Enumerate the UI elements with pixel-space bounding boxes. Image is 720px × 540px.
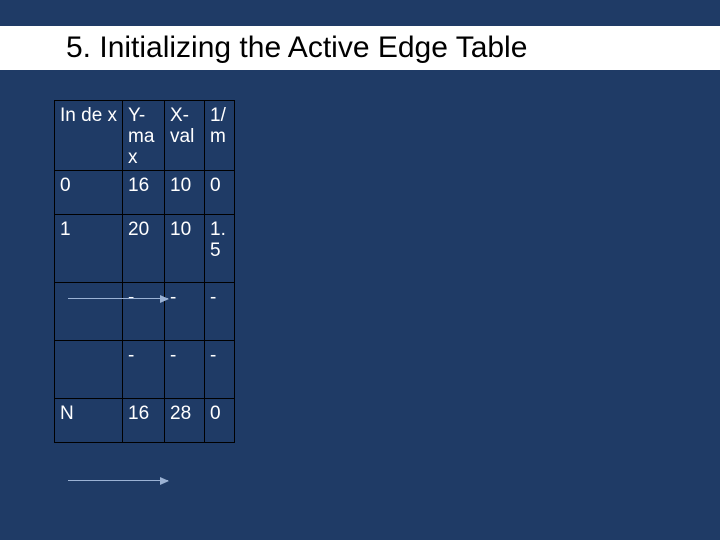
- cell-ymax: 20: [123, 215, 165, 283]
- cell-xval: -: [165, 283, 205, 341]
- header-index: In de x: [55, 101, 123, 171]
- cell-ymax: -: [123, 341, 165, 399]
- cell-m: -: [205, 341, 235, 399]
- cell-xval: -: [165, 341, 205, 399]
- arrow-icon: [68, 480, 168, 481]
- cell-ymax: 16: [123, 171, 165, 215]
- cell-m: 0: [205, 399, 235, 443]
- table-row: 0 16 10 0: [55, 171, 235, 215]
- table-row: 1 20 10 1. 5: [55, 215, 235, 283]
- header-xval: X- val: [165, 101, 205, 171]
- cell-index: [55, 283, 123, 341]
- arrow-icon: [68, 298, 168, 299]
- table-row: - - -: [55, 341, 235, 399]
- active-edge-table: In de x Y- ma x X- val 1/ m 0 16 10 0 1 …: [54, 100, 235, 443]
- cell-index: 0: [55, 171, 123, 215]
- cell-m: -: [205, 283, 235, 341]
- table-row: - - -: [55, 283, 235, 341]
- table-header-row: In de x Y- ma x X- val 1/ m: [55, 101, 235, 171]
- cell-xval: 28: [165, 399, 205, 443]
- cell-ymax: 16: [123, 399, 165, 443]
- cell-m: 0: [205, 171, 235, 215]
- slide-title: 5. Initializing the Active Edge Table: [0, 26, 720, 70]
- cell-index: N: [55, 399, 123, 443]
- header-m: 1/ m: [205, 101, 235, 171]
- cell-m: 1. 5: [205, 215, 235, 283]
- cell-ymax: -: [123, 283, 165, 341]
- cell-xval: 10: [165, 215, 205, 283]
- table: In de x Y- ma x X- val 1/ m 0 16 10 0 1 …: [54, 100, 235, 443]
- header-ymax: Y- ma x: [123, 101, 165, 171]
- table-row: N 16 28 0: [55, 399, 235, 443]
- cell-index: [55, 341, 123, 399]
- cell-xval: 10: [165, 171, 205, 215]
- slide: 5. Initializing the Active Edge Table In…: [0, 0, 720, 540]
- cell-index: 1: [55, 215, 123, 283]
